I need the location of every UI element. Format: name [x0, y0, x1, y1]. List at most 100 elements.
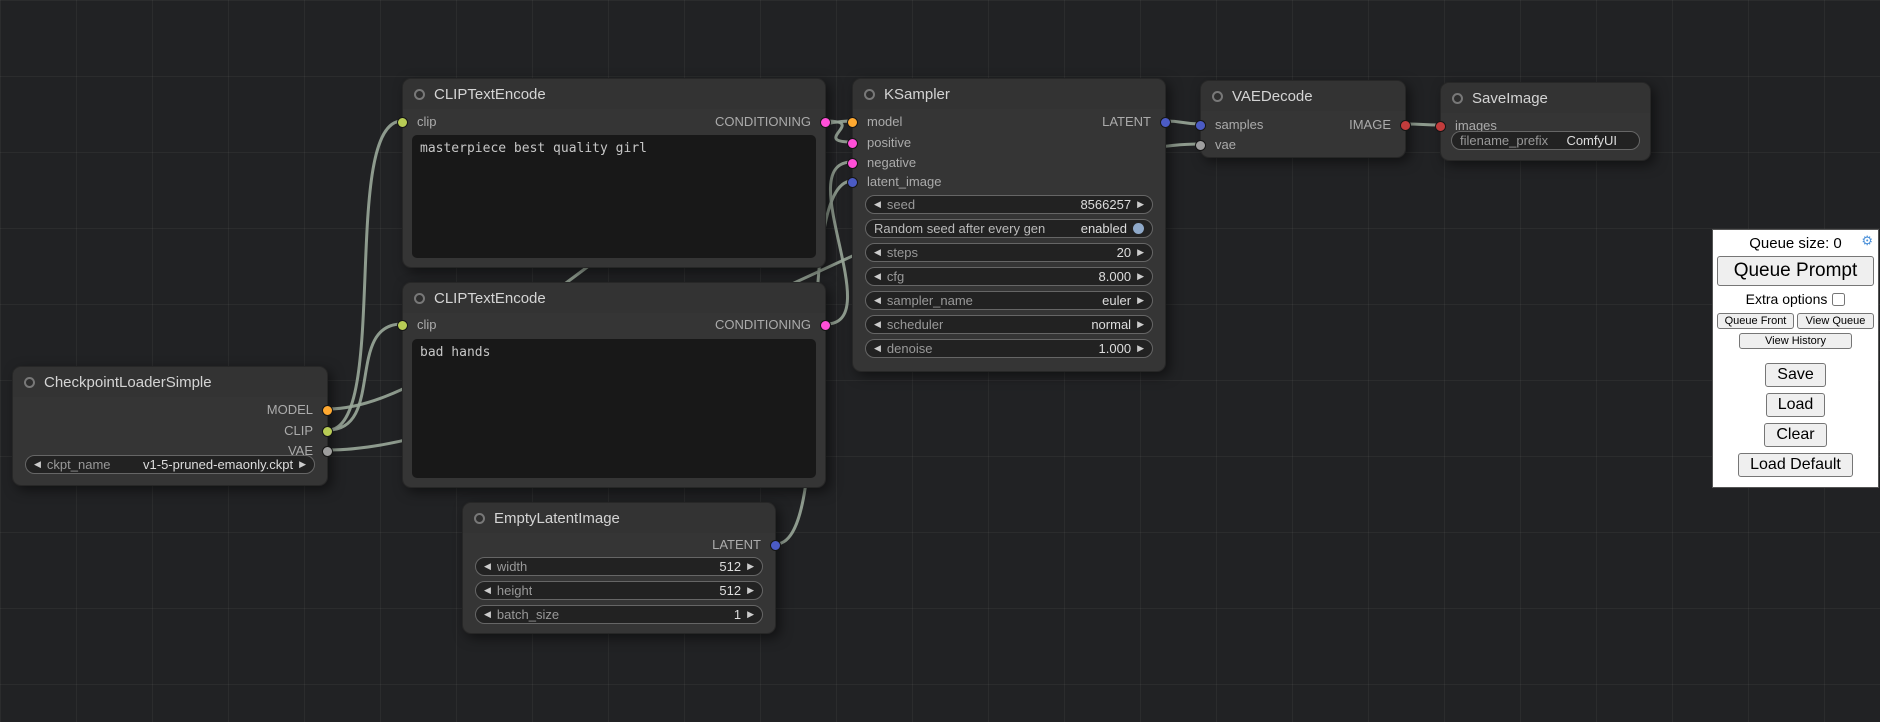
- node-collapse-dot-icon[interactable]: [474, 513, 485, 524]
- left-arrow-icon[interactable]: ◀: [874, 248, 881, 257]
- output-slot-latent: LATENT: [712, 535, 761, 555]
- input-slot-latent-image: latent_image: [867, 172, 941, 192]
- load-default-button[interactable]: Load Default: [1738, 453, 1853, 477]
- input-dot-model[interactable]: [847, 117, 858, 128]
- node-collapse-dot-icon[interactable]: [1452, 93, 1463, 104]
- load-button[interactable]: Load: [1766, 393, 1826, 417]
- right-arrow-icon[interactable]: ▶: [1137, 248, 1144, 257]
- node-title-bar[interactable]: CLIPTextEncode: [403, 283, 825, 313]
- queue-size-label: Queue size: 0: [1749, 235, 1842, 252]
- left-arrow-icon[interactable]: ◀: [484, 610, 491, 619]
- input-dot-negative[interactable]: [847, 158, 858, 169]
- settings-gear-icon[interactable]: ⚙: [1861, 234, 1873, 247]
- prompt-textarea[interactable]: masterpiece best quality girl: [412, 135, 816, 258]
- left-arrow-icon[interactable]: ◀: [874, 296, 881, 305]
- input-dot-images[interactable]: [1435, 121, 1446, 132]
- node-title: CheckpointLoaderSimple: [44, 374, 212, 391]
- output-slot-image: IMAGE: [1349, 115, 1391, 135]
- node-title-bar[interactable]: EmptyLatentImage: [463, 503, 775, 533]
- output-dot-image[interactable]: [1400, 120, 1411, 131]
- width-widget[interactable]: ◀ width 512 ▶: [475, 557, 763, 576]
- input-slot-clip: clip: [417, 112, 437, 132]
- queue-front-button[interactable]: Queue Front: [1717, 313, 1794, 329]
- right-arrow-icon[interactable]: ▶: [747, 610, 754, 619]
- cfg-widget[interactable]: ◀ cfg 8.000 ▶: [865, 267, 1153, 286]
- output-dot-vae[interactable]: [322, 446, 333, 457]
- node-title-bar[interactable]: KSampler: [853, 79, 1165, 109]
- input-dot-samples[interactable]: [1195, 120, 1206, 131]
- node-title: CLIPTextEncode: [434, 86, 546, 103]
- vae-decode-node[interactable]: VAEDecode samples vae IMAGE: [1200, 80, 1406, 158]
- node-title: CLIPTextEncode: [434, 290, 546, 307]
- output-dot-conditioning[interactable]: [820, 320, 831, 331]
- save-button[interactable]: Save: [1765, 363, 1825, 387]
- right-arrow-icon[interactable]: ▶: [1137, 200, 1144, 209]
- input-dot-clip[interactable]: [397, 320, 408, 331]
- ckpt-name-widget[interactable]: ◀ ckpt_name v1-5-pruned-emaonly.ckpt ▶: [25, 455, 315, 474]
- right-arrow-icon[interactable]: ▶: [1137, 344, 1144, 353]
- left-arrow-icon[interactable]: ◀: [484, 586, 491, 595]
- node-title-bar[interactable]: SaveImage: [1441, 83, 1650, 113]
- save-image-node[interactable]: SaveImage images filename_prefix ComfyUI: [1440, 82, 1651, 161]
- input-dot-clip[interactable]: [397, 117, 408, 128]
- node-title-bar[interactable]: CLIPTextEncode: [403, 79, 825, 109]
- extra-options-row: Extra options: [1717, 291, 1874, 307]
- sampler-name-widget[interactable]: ◀ sampler_name euler ▶: [865, 291, 1153, 310]
- right-arrow-icon[interactable]: ▶: [747, 562, 754, 571]
- clear-button[interactable]: Clear: [1764, 423, 1826, 447]
- queue-prompt-button[interactable]: Queue Prompt: [1717, 256, 1874, 286]
- output-dot-conditioning[interactable]: [820, 117, 831, 128]
- node-collapse-dot-icon[interactable]: [864, 89, 875, 100]
- node-collapse-dot-icon[interactable]: [24, 377, 35, 388]
- output-dot-latent[interactable]: [770, 540, 781, 551]
- left-arrow-icon[interactable]: ◀: [874, 200, 881, 209]
- input-dot-latent-image[interactable]: [847, 177, 858, 188]
- denoise-widget[interactable]: ◀ denoise 1.000 ▶: [865, 339, 1153, 358]
- input-dot-positive[interactable]: [847, 138, 858, 149]
- right-arrow-icon[interactable]: ▶: [299, 460, 306, 469]
- batch-size-widget[interactable]: ◀ batch_size 1 ▶: [475, 605, 763, 624]
- output-dot-model[interactable]: [322, 405, 333, 416]
- node-collapse-dot-icon[interactable]: [1212, 91, 1223, 102]
- output-slot-latent: LATENT: [1102, 112, 1151, 132]
- node-title: VAEDecode: [1232, 88, 1313, 105]
- clip-text-encode-positive-node[interactable]: CLIPTextEncode clip CONDITIONING masterp…: [402, 78, 826, 268]
- output-dot-clip[interactable]: [322, 426, 333, 437]
- output-dot-latent[interactable]: [1160, 117, 1171, 128]
- clip-text-encode-negative-node[interactable]: CLIPTextEncode clip CONDITIONING bad han…: [402, 282, 826, 488]
- left-arrow-icon[interactable]: ◀: [484, 562, 491, 571]
- left-arrow-icon[interactable]: ◀: [874, 320, 881, 329]
- prompt-textarea[interactable]: bad hands: [412, 339, 816, 478]
- graph-canvas[interactable]: CheckpointLoaderSimple MODEL CLIP VAE ◀ …: [0, 0, 1880, 722]
- view-history-button[interactable]: View History: [1739, 333, 1852, 349]
- right-arrow-icon[interactable]: ▶: [1137, 320, 1144, 329]
- right-arrow-icon[interactable]: ▶: [1137, 296, 1144, 305]
- left-arrow-icon[interactable]: ◀: [874, 344, 881, 353]
- seed-widget[interactable]: ◀ seed 8566257 ▶: [865, 195, 1153, 214]
- node-collapse-dot-icon[interactable]: [414, 89, 425, 100]
- checkpoint-loader-node[interactable]: CheckpointLoaderSimple MODEL CLIP VAE ◀ …: [12, 366, 328, 486]
- output-slot-clip: CLIP: [284, 421, 313, 441]
- ksampler-node[interactable]: KSampler model positive negative latent_…: [852, 78, 1166, 372]
- left-arrow-icon[interactable]: ◀: [874, 272, 881, 281]
- steps-widget[interactable]: ◀ steps 20 ▶: [865, 243, 1153, 262]
- node-title-bar[interactable]: VAEDecode: [1201, 81, 1405, 111]
- output-slot-model: MODEL: [267, 400, 313, 420]
- height-widget[interactable]: ◀ height 512 ▶: [475, 581, 763, 600]
- view-queue-button[interactable]: View Queue: [1797, 313, 1874, 329]
- extra-options-label: Extra options: [1746, 291, 1828, 307]
- output-slot-conditioning: CONDITIONING: [715, 112, 811, 132]
- input-slot-negative: negative: [867, 153, 916, 173]
- filename-prefix-widget[interactable]: filename_prefix ComfyUI: [1451, 131, 1640, 150]
- right-arrow-icon[interactable]: ▶: [747, 586, 754, 595]
- input-dot-vae[interactable]: [1195, 140, 1206, 151]
- node-collapse-dot-icon[interactable]: [414, 293, 425, 304]
- left-arrow-icon[interactable]: ◀: [34, 460, 41, 469]
- scheduler-widget[interactable]: ◀ scheduler normal ▶: [865, 315, 1153, 334]
- empty-latent-image-node[interactable]: EmptyLatentImage LATENT ◀ width 512 ▶ ◀ …: [462, 502, 776, 634]
- node-title-bar[interactable]: CheckpointLoaderSimple: [13, 367, 327, 397]
- random-seed-toggle-widget[interactable]: Random seed after every gen enabled: [865, 219, 1153, 238]
- right-arrow-icon[interactable]: ▶: [1137, 272, 1144, 281]
- toggle-indicator-icon[interactable]: [1133, 223, 1144, 234]
- extra-options-checkbox[interactable]: [1832, 293, 1845, 306]
